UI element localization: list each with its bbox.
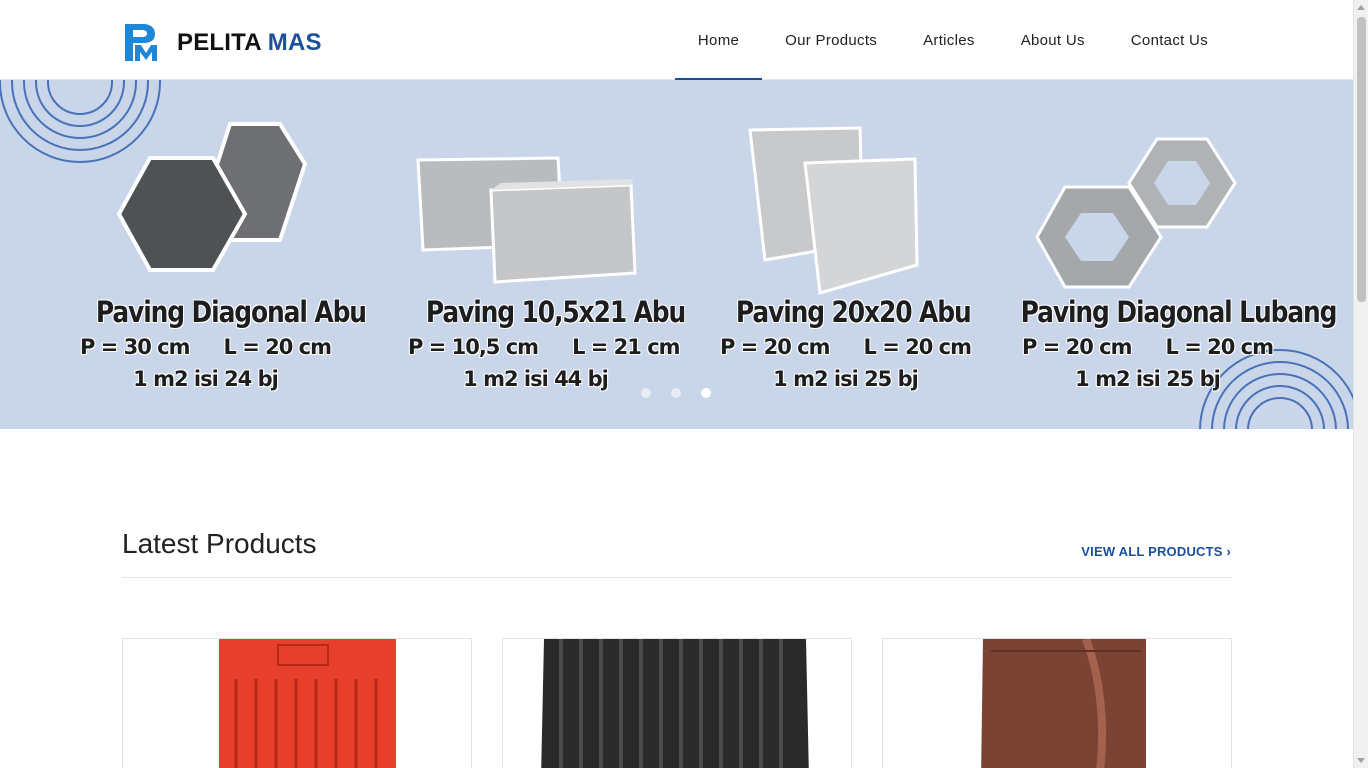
slider-dot-1[interactable] xyxy=(641,388,651,398)
slider-dots xyxy=(641,388,711,398)
hero-product-qty: 1 m2 isi 25 bj xyxy=(1075,367,1221,391)
product-card-3[interactable] xyxy=(882,638,1232,768)
nav-articles[interactable]: Articles xyxy=(900,0,998,80)
latest-products-title: Latest Products xyxy=(122,528,317,559)
hero-product-dims: P = 20 cm L = 20 cm xyxy=(720,335,972,359)
slider-dot-3[interactable] xyxy=(701,388,711,398)
paving-diagonal-lubang-image xyxy=(1035,137,1237,289)
hero-product-name: Paving 20x20 Abu xyxy=(735,295,972,329)
product-card-2[interactable] xyxy=(502,638,852,768)
slider-dot-2[interactable] xyxy=(671,388,681,398)
paving-diagonal-abu-image xyxy=(116,122,308,272)
section-divider xyxy=(122,577,1232,578)
product-card-1[interactable] xyxy=(122,638,472,768)
main-nav: Home Our Products Articles About Us Cont… xyxy=(674,0,1231,81)
brand-name-part1: PELITA xyxy=(177,28,261,56)
brown-roof-tile-image xyxy=(981,639,1146,768)
hero-product-name: Paving Diagonal Abu xyxy=(95,295,367,329)
scroll-down-arrow-icon[interactable] xyxy=(1357,758,1365,763)
black-roof-tile-image xyxy=(541,639,809,768)
hero-product-dims: P = 30 cm L = 20 cm xyxy=(80,335,332,359)
nav-our-products[interactable]: Our Products xyxy=(762,0,900,80)
hero-product-dims: P = 20 cm L = 20 cm xyxy=(1022,335,1274,359)
hero-product-4: Paving Diagonal Lubang P = 20 cm L = 20 c… xyxy=(1000,295,1338,391)
red-roof-tile-image xyxy=(219,639,396,768)
nav-about-us[interactable]: About Us xyxy=(998,0,1108,80)
brand-name: PELITA MAS xyxy=(177,29,322,57)
brand-logo[interactable]: PELITA MAS xyxy=(125,24,322,61)
hero-product-3: Paving 20x20 Abu P = 20 cm L = 20 cm 1 m2… xyxy=(718,295,973,391)
brand-name-part2: MAS xyxy=(267,28,322,56)
hero-product-qty: 1 m2 isi 24 bj xyxy=(133,367,279,391)
hero-product-2: Paving 10,5x21 Abu P = 10,5 cm L = 21 cm … xyxy=(408,295,686,391)
hero-product-dims: P = 10,5 cm L = 21 cm xyxy=(408,335,681,359)
hero-slider[interactable]: Paving Diagonal Abu P = 30 cm L = 20 cm 1… xyxy=(0,80,1353,429)
page-scrollbar[interactable] xyxy=(1353,0,1368,768)
scroll-up-arrow-icon[interactable] xyxy=(1357,5,1365,10)
paving-20x20-abu-image xyxy=(748,126,919,295)
hero-product-name: Paving 10,5x21 Abu xyxy=(425,295,686,329)
hero-product-1: Paving Diagonal Abu P = 30 cm L = 20 cm 1… xyxy=(78,295,367,391)
hero-product-qty: 1 m2 isi 44 bj xyxy=(463,367,609,391)
nav-contact-us[interactable]: Contact Us xyxy=(1108,0,1231,80)
scroll-thumb[interactable] xyxy=(1357,17,1366,302)
site-header: PELITA MAS Home Our Products Articles Ab… xyxy=(0,0,1353,81)
pm-logo-icon xyxy=(125,24,157,61)
hero-product-name: Paving Diagonal Lubang xyxy=(1020,295,1338,329)
hero-product-qty: 1 m2 isi 25 bj xyxy=(773,367,919,391)
paving-105x21-abu-image xyxy=(416,156,637,284)
nav-home[interactable]: Home xyxy=(674,0,763,81)
view-all-products-link[interactable]: VIEW ALL PRODUCTS › xyxy=(1081,544,1231,559)
